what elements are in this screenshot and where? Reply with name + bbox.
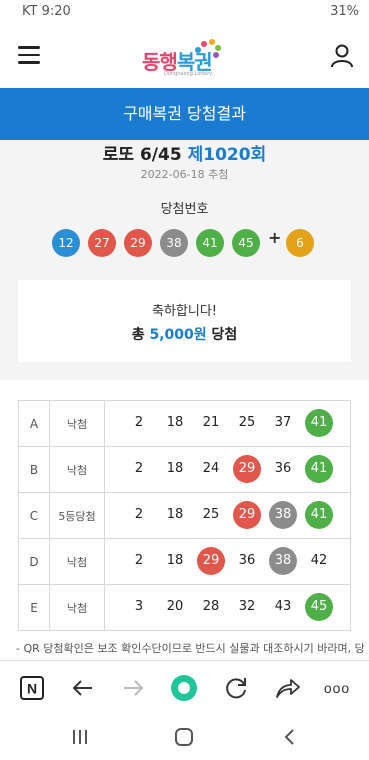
ticket-number: 25	[202, 507, 220, 522]
ticket-number: 37	[274, 415, 292, 430]
ticket-number: 18	[166, 461, 184, 476]
winning-ball: 12	[52, 229, 80, 257]
ticket-number: 2	[134, 415, 144, 430]
prize-prefix: 총	[131, 327, 145, 343]
ticket-numbers: 2 18 24 29 36 41	[104, 446, 351, 493]
round-title: 로또 6/45 제1020회	[0, 140, 369, 165]
matched-number-ball: 41	[305, 409, 333, 437]
ticket-row: B 낙첨 2 18 24 29 36 41	[18, 446, 351, 493]
congrats-text: 축하합니다!	[151, 304, 217, 319]
share-icon[interactable]	[272, 673, 302, 703]
naver-n-label: N	[27, 681, 37, 697]
forward-arrow-icon[interactable]	[118, 673, 148, 703]
ticket-number: 18	[166, 415, 184, 430]
home-dot-icon[interactable]	[169, 673, 199, 703]
back-icon[interactable]	[280, 727, 300, 747]
ticket-number: 36	[274, 461, 292, 476]
page-title: 구매복권 당첨결과	[0, 88, 369, 140]
logo[interactable]: 동행복권 Donghaeng Lottery	[140, 38, 230, 82]
recent-apps-icon[interactable]	[70, 727, 90, 747]
ticket-row: D 낙첨 2 18 29 36 38 42	[18, 538, 351, 585]
ticket-number: 21	[202, 415, 220, 430]
android-nav-bar	[0, 714, 369, 760]
ticket-number: 36	[238, 553, 256, 568]
ticket-number: 2	[134, 507, 144, 522]
app-header: 동행복권 Donghaeng Lottery	[0, 26, 369, 88]
matched-number-ball: 41	[305, 501, 333, 529]
naver-n-icon[interactable]: N	[17, 673, 47, 703]
profile-icon[interactable]	[331, 44, 353, 68]
prize-suffix: 당첨	[211, 327, 238, 343]
matched-number-ball: 38	[269, 547, 297, 575]
ticket-result: 낙첨	[49, 400, 105, 447]
status-battery: 31%	[330, 4, 359, 19]
matched-number-ball: 38	[269, 501, 297, 529]
bonus-ball: 6	[286, 229, 314, 257]
round-number: 제1020회	[187, 145, 267, 165]
plus-sign: +	[268, 228, 282, 247]
ticket-numbers: 2 18 25 29 38 41	[104, 492, 351, 539]
ticket-number: 2	[134, 461, 144, 476]
ticket-numbers: 3 20 28 32 43 45	[104, 584, 351, 631]
ticket-result: 낙첨	[49, 584, 105, 631]
ticket-table: A 낙첨 2 18 21 25 37 41 B 낙첨 2 18 24 29 36 41 C 5등당첨 2 18 25 29…	[18, 400, 351, 631]
ticket-row: A 낙첨 2 18 21 25 37 41	[18, 400, 351, 447]
ticket-number: 18	[166, 507, 184, 522]
ticket-numbers: 2 18 29 36 38 42	[104, 538, 351, 585]
ticket-letter: B	[18, 446, 50, 493]
status-bar: KT 9:20 31%	[0, 0, 369, 26]
browser-toolbar: N ooo	[0, 660, 369, 715]
matched-number-ball: 41	[305, 455, 333, 483]
back-arrow-icon[interactable]	[68, 673, 98, 703]
winning-ball: 38	[160, 229, 188, 257]
status-time: KT 9:20	[22, 4, 71, 19]
ticket-result: 5등당첨	[49, 492, 105, 539]
ticket-numbers: 2 18 21 25 37 41	[104, 400, 351, 447]
ticket-letter: E	[18, 584, 50, 631]
more-icon[interactable]: ooo	[322, 673, 352, 703]
prize-card: 축하합니다! 총 5,000원 당첨	[18, 280, 351, 362]
more-label: ooo	[324, 680, 350, 696]
ticket-number: 20	[166, 599, 184, 614]
winning-ball: 41	[196, 229, 224, 257]
ticket-row: C 5등당첨 2 18 25 29 38 41	[18, 492, 351, 539]
ticket-number: 28	[202, 599, 220, 614]
ticket-letter: A	[18, 400, 50, 447]
ticket-results: A 낙첨 2 18 21 25 37 41 B 낙첨 2 18 24 29 36 41 C 5등당첨 2 18 25 29…	[0, 380, 369, 660]
ticket-number: 18	[166, 553, 184, 568]
prize-value: 5,000원	[149, 327, 207, 343]
game-name: 로또 6/45	[102, 145, 182, 165]
matched-number-ball: 29	[233, 501, 261, 529]
ticket-row: E 낙첨 3 20 28 32 43 45	[18, 584, 351, 631]
ticket-number: 42	[310, 553, 328, 568]
ticket-number: 2	[134, 553, 144, 568]
ticket-result: 낙첨	[49, 538, 105, 585]
notice-text: - QR 당첨확인은 보조 확인수단이므로 반드시 실물과 대조하시기 바라며,…	[16, 642, 365, 655]
winning-ball: 27	[88, 229, 116, 257]
matched-number-ball: 45	[305, 593, 333, 621]
ticket-result: 낙첨	[49, 446, 105, 493]
ticket-number: 32	[238, 599, 256, 614]
ticket-number: 3	[134, 599, 144, 614]
logo-subtitle: Donghaeng Lottery	[164, 71, 213, 77]
matched-number-ball: 29	[197, 547, 225, 575]
winning-label: 당첨번호	[160, 202, 209, 217]
refresh-icon[interactable]	[221, 673, 251, 703]
ticket-number: 43	[274, 599, 292, 614]
winning-ball: 29	[124, 229, 152, 257]
ticket-number: 24	[202, 461, 220, 476]
ticket-letter: C	[18, 492, 50, 539]
draw-date: 2022-06-18 추첨	[140, 168, 229, 181]
ticket-letter: D	[18, 538, 50, 585]
matched-number-ball: 29	[233, 455, 261, 483]
menu-icon[interactable]	[18, 46, 40, 64]
prize-amount: 총 5,000원 당첨	[18, 324, 351, 344]
home-icon[interactable]	[174, 727, 194, 747]
ticket-number: 25	[238, 415, 256, 430]
winning-ball: 45	[232, 229, 260, 257]
